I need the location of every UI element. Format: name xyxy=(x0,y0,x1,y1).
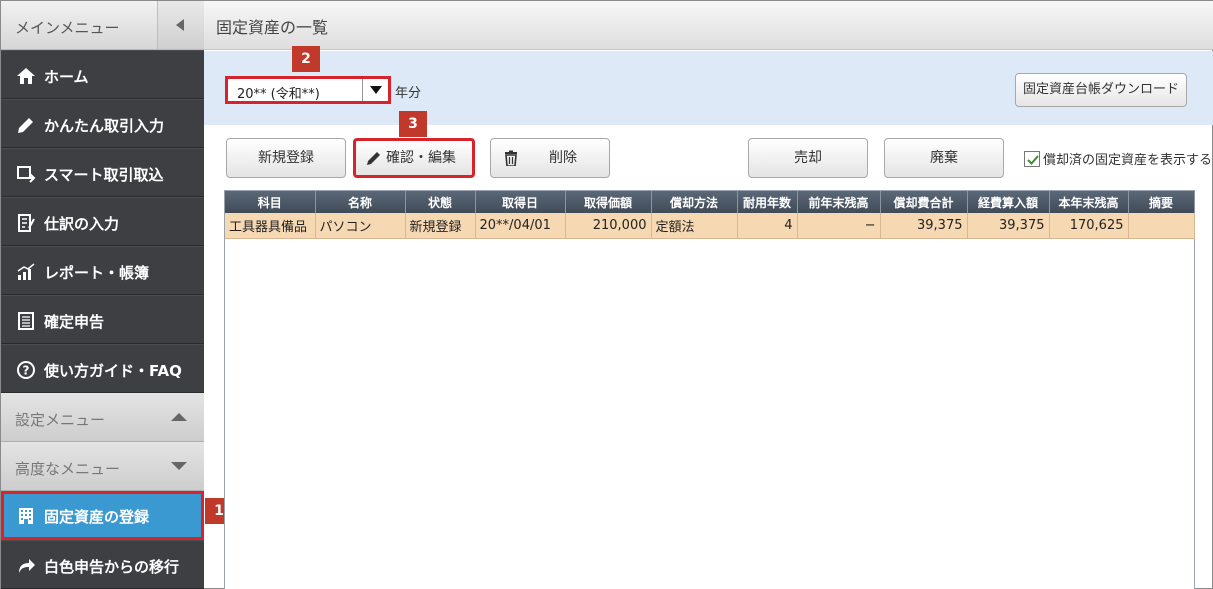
tax-return-icon xyxy=(18,312,34,330)
new-register-button[interactable]: 新規登録 xyxy=(226,138,346,178)
checkmark-icon xyxy=(1027,155,1039,165)
sidebar-item-fixed-asset-register[interactable]: 固定資産の登録 xyxy=(1,491,204,540)
cell-account: 工具器具備品 xyxy=(225,213,316,239)
pencil-icon xyxy=(367,152,380,165)
sidebar-item-label: 確定申告 xyxy=(44,313,105,331)
asset-table: 科目 名称 状態 取得日 取得価額 償却方法 耐用年数 前年末残高 償却費合計 … xyxy=(224,190,1195,589)
sidebar-item-label: 白色申告からの移行 xyxy=(44,558,180,576)
sidebar-item-label: レポート・帳簿 xyxy=(44,264,150,282)
sidebar-item-label: 仕訳の入力 xyxy=(44,215,120,233)
show-depreciated-label: 償却済の固定資産を表示する xyxy=(1043,153,1213,168)
building-icon xyxy=(19,508,33,524)
sell-button[interactable]: 売却 xyxy=(748,138,868,178)
sidebar-item-home[interactable]: ホーム xyxy=(1,50,204,99)
column-header[interactable]: 償却方法 xyxy=(651,191,738,213)
chevron-up-icon xyxy=(171,413,187,421)
sidebar-item-reports[interactable]: レポート・帳簿 xyxy=(1,246,204,295)
table-row[interactable]: 工具器具備品 パソコン 新規登録 20**/04/01 210,000 定額法 … xyxy=(225,213,1195,239)
filter-bar: 20** (令和**) 年分 固定資産台帳ダウンロード xyxy=(204,51,1213,125)
dispose-label: 廃棄 xyxy=(930,150,958,166)
share-arrow-icon xyxy=(19,559,35,573)
main-content: 固定資産の一覧 20** (令和**) 年分 固定資産台帳ダウンロード 2 3 … xyxy=(204,1,1213,589)
column-header[interactable]: 取得日 xyxy=(475,191,566,213)
settings-menu-toggle[interactable]: 設定メニュー xyxy=(1,393,204,442)
sidebar-item-journal[interactable]: 仕訳の入力 xyxy=(1,197,204,246)
cell-acquired-price: 210,000 xyxy=(565,213,652,239)
column-header[interactable]: 状態 xyxy=(405,191,476,213)
sidebar-item-label: ホーム xyxy=(44,68,89,86)
svg-text:?: ? xyxy=(23,364,30,378)
sidebar-item-label: 固定資産の登録 xyxy=(44,508,150,526)
cell-acquired-date: 20**/04/01 xyxy=(475,213,566,239)
chevron-down-icon xyxy=(171,462,187,470)
main-menu-title: メインメニュー xyxy=(15,19,120,37)
year-select[interactable]: 20** (令和**) xyxy=(225,76,391,104)
sidebar-item-smart-import[interactable]: スマート取引取込 xyxy=(1,148,204,197)
trash-icon xyxy=(505,150,517,166)
page-title: 固定資産の一覧 xyxy=(216,18,329,37)
settings-menu-label: 設定メニュー xyxy=(15,411,106,429)
cell-useful-life: 4 xyxy=(737,213,798,239)
cell-memo xyxy=(1128,213,1195,239)
year-select-dropdown-button[interactable] xyxy=(362,79,388,101)
show-depreciated-checkbox[interactable]: 償却済の固定資産を表示する xyxy=(1024,149,1212,168)
sidebar-item-help[interactable]: ? 使い方ガイド・FAQ xyxy=(1,344,204,393)
edit-label: 確認・編集 xyxy=(386,150,456,166)
delete-label: 削除 xyxy=(549,150,577,166)
sidebar: メインメニュー ホーム かんたん取引入力 スマート取引取込 仕訳の入力 レポート… xyxy=(1,1,204,589)
caret-down-icon xyxy=(370,86,382,94)
cell-year-end-balance: 170,625 xyxy=(1049,213,1129,239)
cell-status: 新規登録 xyxy=(405,213,476,239)
main-menu-header: メインメニュー xyxy=(1,1,204,50)
journal-icon xyxy=(18,214,35,232)
cell-depreciation-method: 定額法 xyxy=(651,213,738,239)
sidebar-item-label: 使い方ガイド・FAQ xyxy=(44,362,182,380)
pencil-icon xyxy=(18,118,33,133)
cell-name: パソコン xyxy=(315,213,406,239)
chevron-left-icon xyxy=(176,19,184,31)
page-header: 固定資産の一覧 xyxy=(204,1,1213,50)
sell-label: 売却 xyxy=(794,150,822,166)
column-header[interactable]: 前年末残高 xyxy=(797,191,881,213)
edit-button[interactable]: 確認・編集 xyxy=(353,138,475,178)
column-header[interactable]: 耐用年数 xyxy=(737,191,798,213)
import-icon xyxy=(17,166,36,183)
download-ledger-button[interactable]: 固定資産台帳ダウンロード xyxy=(1015,73,1187,107)
table-header-row: 科目 名称 状態 取得日 取得価額 償却方法 耐用年数 前年末残高 償却費合計 … xyxy=(225,191,1195,213)
home-icon xyxy=(17,68,35,84)
new-register-label: 新規登録 xyxy=(258,150,314,166)
sidebar-item-label: スマート取引取込 xyxy=(44,166,164,184)
column-header[interactable]: 本年末残高 xyxy=(1049,191,1129,213)
cell-expense-amount: 39,375 xyxy=(967,213,1050,239)
column-header[interactable]: 名称 xyxy=(315,191,406,213)
column-header[interactable]: 経費算入額 xyxy=(967,191,1050,213)
delete-button[interactable]: 削除 xyxy=(490,138,610,178)
sidebar-item-tax-return[interactable]: 確定申告 xyxy=(1,295,204,344)
help-icon: ? xyxy=(17,361,35,379)
advanced-menu-toggle[interactable]: 高度なメニュー xyxy=(1,442,204,491)
dispose-button[interactable]: 廃棄 xyxy=(884,138,1004,178)
year-unit-label: 年分 xyxy=(395,86,422,101)
checkbox[interactable] xyxy=(1024,151,1040,167)
column-header[interactable]: 償却費合計 xyxy=(880,191,968,213)
cell-prev-balance: − xyxy=(797,213,881,239)
advanced-menu-label: 高度なメニュー xyxy=(15,460,121,478)
sidebar-item-label: かんたん取引入力 xyxy=(44,117,165,135)
cell-depreciation-total: 39,375 xyxy=(880,213,968,239)
sidebar-item-easy-entry[interactable]: かんたん取引入力 xyxy=(1,99,204,148)
step-badge-2: 2 xyxy=(292,46,320,72)
column-header[interactable]: 摘要 xyxy=(1128,191,1195,213)
report-icon xyxy=(17,263,35,280)
sidebar-item-migration[interactable]: 白色申告からの移行 xyxy=(1,540,204,589)
collapse-sidebar-button[interactable] xyxy=(157,1,204,49)
year-select-value: 20** (令和**) xyxy=(237,87,320,102)
step-badge-3: 3 xyxy=(399,111,427,137)
column-header[interactable]: 科目 xyxy=(225,191,316,213)
column-header[interactable]: 取得価額 xyxy=(565,191,652,213)
